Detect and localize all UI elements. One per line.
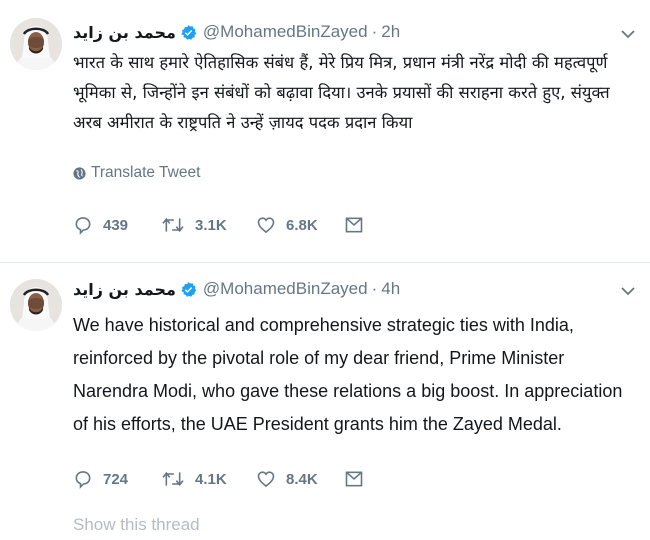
like-button[interactable]: 8.4K [256, 469, 344, 489]
handle[interactable]: @MohamedBinZayed [203, 22, 368, 42]
tweet-actions: 724 4.1K 8.4K [73, 465, 364, 493]
share-icon [345, 471, 363, 487]
display-name[interactable]: محمد بن زايد [73, 280, 176, 299]
reply-icon [75, 217, 91, 235]
separator-dot: · [371, 22, 378, 41]
tweet-actions: 439 3.1K 6.8K [73, 211, 364, 239]
share-button[interactable] [344, 215, 364, 235]
reply-icon [75, 471, 91, 489]
reply-count: 724 [103, 470, 129, 488]
translate-tweet-link[interactable]: Translate Tweet [73, 164, 200, 182]
retweet-icon [162, 217, 184, 233]
share-icon [345, 217, 363, 233]
tweet[interactable]: محمد بن زايد @MohamedBinZayed · 4h We ha… [0, 263, 650, 540]
chevron-down-icon[interactable] [620, 285, 636, 297]
retweet-button[interactable]: 4.1K [161, 469, 256, 489]
share-button[interactable] [344, 469, 364, 489]
avatar[interactable] [10, 279, 62, 331]
globe-icon [73, 166, 86, 180]
display-name[interactable]: محمد بن زايد [73, 23, 176, 42]
retweet-icon [162, 471, 184, 487]
tweet[interactable]: محمد بن زايد @MohamedBinZayed · 2h भारत … [0, 0, 650, 263]
like-count: 8.4K [286, 470, 318, 488]
retweet-count: 4.1K [195, 470, 227, 488]
handle[interactable]: @MohamedBinZayed [203, 279, 368, 299]
like-count: 6.8K [286, 216, 318, 234]
verified-badge-icon [181, 281, 197, 297]
like-button[interactable]: 6.8K [256, 215, 344, 235]
chevron-down-icon[interactable] [620, 28, 636, 40]
tweet-text: भारत के साथ हमारे ऐतिहासिक संबंध हैं, मे… [73, 53, 610, 132]
timestamp[interactable]: 4h [381, 279, 400, 299]
verified-badge-icon [181, 24, 197, 40]
tweet-header: محمد بن زايد @MohamedBinZayed · 4h [73, 277, 400, 301]
like-icon [257, 217, 275, 234]
tweet-text: We have historical and comprehensive str… [73, 315, 623, 434]
timestamp[interactable]: 2h [381, 22, 400, 42]
retweet-button[interactable]: 3.1K [161, 215, 256, 235]
reply-count: 439 [103, 216, 129, 234]
reply-button[interactable]: 724 [73, 469, 161, 489]
like-icon [257, 471, 275, 488]
show-thread-link[interactable]: Show this thread [73, 515, 200, 535]
avatar[interactable] [10, 18, 62, 70]
tweet-header: محمد بن زايد @MohamedBinZayed · 2h [73, 20, 400, 44]
retweet-count: 3.1K [195, 216, 227, 234]
reply-button[interactable]: 439 [73, 215, 161, 235]
translate-label: Translate Tweet [91, 164, 201, 181]
separator-dot: · [371, 279, 378, 298]
